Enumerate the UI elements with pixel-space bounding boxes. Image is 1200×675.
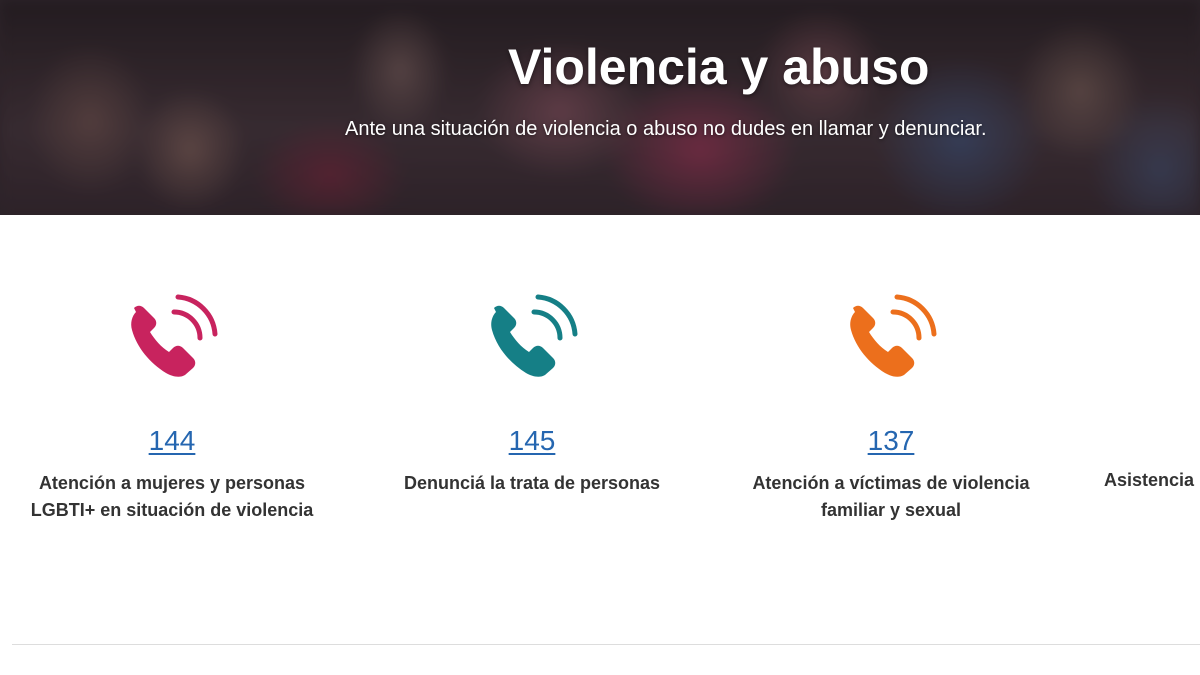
page-subtitle: Ante una situación de violencia o abuso … bbox=[345, 118, 987, 140]
hotline-number-link[interactable]: 144 bbox=[2, 425, 342, 457]
hero-banner: Violencia y abuso Ante una situación de … bbox=[0, 0, 1200, 215]
hotline-cards: 144 Atención a mujeres y personas LGBTI+… bbox=[0, 215, 1200, 645]
section-divider bbox=[12, 644, 1200, 645]
hotline-number-link[interactable]: 145 bbox=[362, 425, 702, 457]
hotline-card-144: 144 Atención a mujeres y personas LGBTI+… bbox=[2, 215, 342, 545]
hotline-description-partial: Asistencia bbox=[1104, 470, 1195, 490]
hotline-description: Atención a mujeres y personas LGBTI+ en … bbox=[30, 473, 314, 520]
phone-ringing-icon bbox=[482, 290, 582, 390]
hotline-description: Denunciá la trata de personas bbox=[403, 473, 661, 493]
hotline-card-145: 145 Denunciá la trata de personas bbox=[362, 215, 702, 545]
phone-ringing-icon bbox=[122, 290, 222, 390]
hotline-number-link[interactable]: 137 bbox=[721, 425, 1061, 457]
hero-overlay bbox=[0, 0, 1200, 215]
hotline-card-137: 137 Atención a víctimas de violencia fam… bbox=[721, 215, 1061, 545]
phone-ringing-icon bbox=[841, 290, 941, 390]
hotline-description: Atención a víctimas de violencia familia… bbox=[752, 473, 1030, 520]
page-title: Violencia y abuso bbox=[508, 39, 930, 95]
